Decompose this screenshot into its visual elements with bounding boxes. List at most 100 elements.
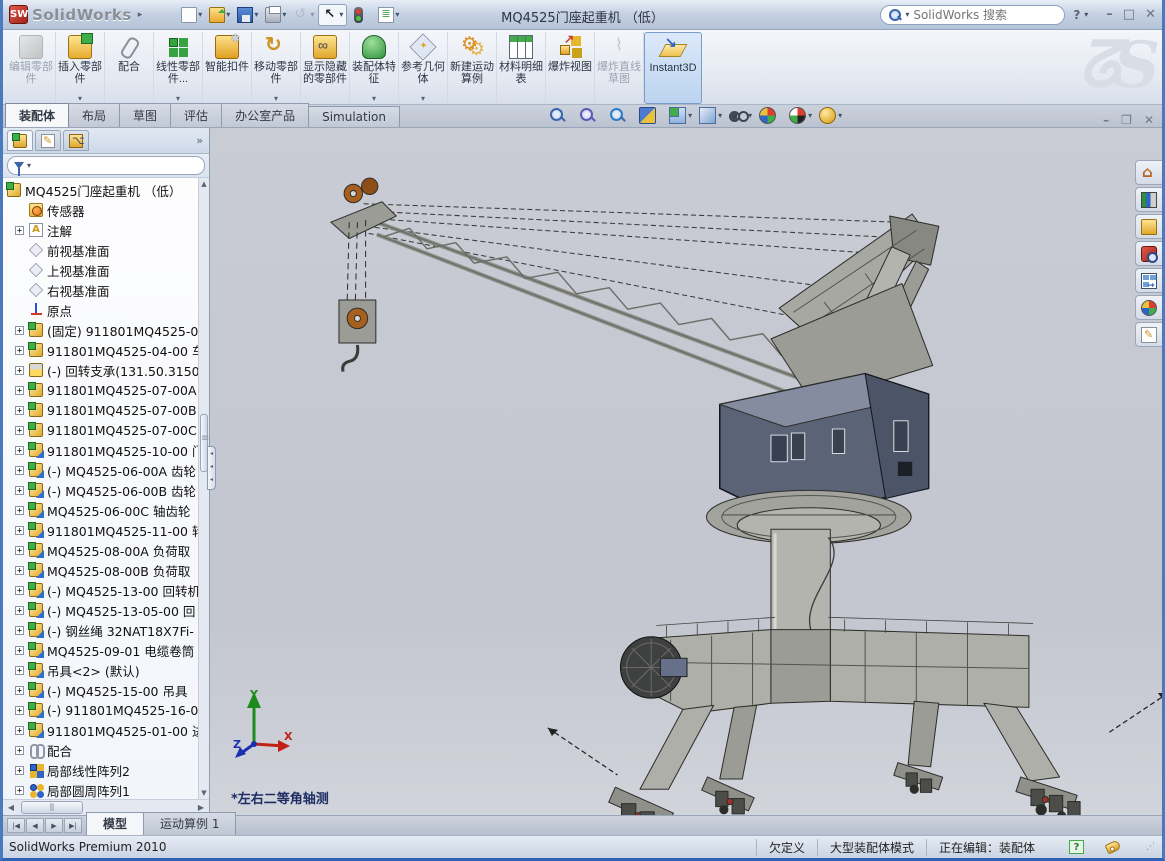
taskpane-view-palette-button[interactable] <box>1135 268 1162 293</box>
apply-scene-button[interactable]: ▾ <box>789 107 812 124</box>
scroll-left-icon[interactable]: ◀ <box>3 800 19 815</box>
expand-toggle[interactable]: + <box>15 586 24 595</box>
expand-toggle[interactable]: + <box>15 366 24 375</box>
save-button[interactable]: ▾ <box>234 5 261 25</box>
tree-item[interactable]: + MQ4525-08-00A 负荷取 <box>5 540 209 560</box>
display-style-button[interactable]: ▾ <box>699 107 722 124</box>
last-tab-button[interactable]: ▶| <box>64 818 82 833</box>
scroll-up-icon[interactable]: ▲ <box>199 178 209 190</box>
expand-toggle[interactable]: + <box>15 706 24 715</box>
ribbon-mate-button[interactable]: 配合 ▾ <box>105 32 154 104</box>
rebuild-button[interactable]: ▾ <box>348 5 374 25</box>
section-view-button[interactable]: ▾ <box>639 107 662 124</box>
expand-toggle[interactable]: + <box>15 466 24 475</box>
ribbon-reference-geometry-button[interactable]: 参考几何体 ▾ <box>399 32 448 104</box>
tree-item[interactable]: + (-) 911801MQ4525-16-0 <box>5 700 209 720</box>
expand-toggle[interactable]: + <box>15 726 24 735</box>
tree-item[interactable]: + MQ4525-08-00B 负荷取 <box>5 560 209 580</box>
doc-close-button[interactable]: ✕ <box>1144 113 1154 127</box>
tree-root-item[interactable]: MQ4525门座起重机 （低） <box>5 180 209 200</box>
tree-item[interactable]: + 局部圆周阵列1 <box>5 780 209 799</box>
expand-toggle[interactable]: + <box>15 746 24 755</box>
expand-toggle[interactable]: + <box>15 546 24 555</box>
tags-icon[interactable] <box>1105 840 1122 855</box>
ribbon-smart-fasteners-button[interactable]: 智能扣件 ▾ <box>203 32 252 104</box>
menu-expander-icon[interactable]: ▸ <box>138 10 143 20</box>
search-box[interactable]: ▾ <box>880 5 1065 25</box>
expand-toggle[interactable]: + <box>15 386 24 395</box>
expand-toggle[interactable]: + <box>15 486 24 495</box>
tree-item[interactable]: + (-) MQ4525-15-00 吊具 <box>5 680 209 700</box>
expand-toggle[interactable]: + <box>15 686 24 695</box>
tree-item[interactable]: + 911801MQ4525-07-00B <box>5 400 209 420</box>
help-button[interactable]: ? <box>1073 8 1080 22</box>
expand-toggle[interactable]: + <box>15 326 24 335</box>
expand-toggle[interactable]: + <box>15 626 24 635</box>
expand-toggle[interactable]: + <box>15 226 24 235</box>
expand-toggle[interactable]: + <box>15 606 24 615</box>
new-document-button[interactable]: ▾ <box>178 5 205 25</box>
tab-configuration-manager[interactable] <box>63 130 89 151</box>
ribbon-explode-sketch-button[interactable]: 爆炸直线草图 ▾ <box>595 32 644 104</box>
expand-toggle[interactable]: + <box>15 766 24 775</box>
ribbon-bom-button[interactable]: 材料明细表 ▾ <box>497 32 546 104</box>
taskpane-file-explorer-button[interactable] <box>1135 214 1162 239</box>
minimize-button[interactable]: – <box>1106 7 1113 22</box>
doc-tab-运动算例 1[interactable]: 运动算例 1 <box>143 812 236 835</box>
expand-toggle[interactable]: + <box>15 426 24 435</box>
tab-feature-manager-tree[interactable] <box>7 130 33 151</box>
tree-item[interactable]: + (-) MQ4525-06-00B 齿轮 <box>5 480 209 500</box>
edit-appearance-button[interactable]: ▾ <box>759 107 782 124</box>
doc-tab-模型[interactable]: 模型 <box>86 812 144 835</box>
ribbon-exploded-view-button[interactable]: 爆炸视图 ▾ <box>546 32 595 104</box>
tree-item[interactable]: + 右视基准面 <box>5 280 209 300</box>
prev-tab-button[interactable]: ◀ <box>26 818 44 833</box>
expand-toggle[interactable]: + <box>15 506 24 515</box>
tree-item[interactable]: + (-) MQ4525-13-05-00 回 <box>5 600 209 620</box>
close-button[interactable]: ✕ <box>1145 7 1156 22</box>
tab-评估[interactable]: 评估 <box>170 103 222 127</box>
ribbon-motion-study-button[interactable]: 新建运动算例 ▾ <box>448 32 497 104</box>
taskpane-design-library-button[interactable] <box>1135 187 1162 212</box>
expand-toggle[interactable]: + <box>15 666 24 675</box>
options-button[interactable]: ▾ <box>375 5 402 25</box>
panel-overflow-chevron-icon[interactable]: » <box>196 134 205 147</box>
scrollbar-thumb[interactable] <box>21 801 83 814</box>
expand-toggle[interactable]: + <box>15 446 24 455</box>
expand-toggle[interactable]: + <box>15 786 24 795</box>
tree-item[interactable]: + 911801MQ4525-04-00 车 <box>5 340 209 360</box>
ribbon-edit-component-button[interactable]: 编辑零部件 ▾ <box>7 32 56 104</box>
tree-filter-box[interactable]: ▾ <box>7 156 205 175</box>
ribbon-insert-component-button[interactable]: 插入零部件 ▾ <box>56 32 105 104</box>
taskpane-appearances-button[interactable] <box>1135 295 1162 320</box>
quick-tips-help-icon[interactable]: ? <box>1069 840 1084 854</box>
expand-toggle[interactable]: + <box>15 646 24 655</box>
tab-property-manager[interactable] <box>35 130 61 151</box>
tree-item[interactable]: + (固定) 911801MQ4525-0 <box>5 320 209 340</box>
expand-toggle[interactable]: + <box>15 346 24 355</box>
tab-simulation[interactable]: Simulation <box>308 106 400 127</box>
graphics-viewport[interactable]: Y X Z *左右二等角轴测 <box>210 128 1162 815</box>
scroll-down-icon[interactable]: ▼ <box>199 787 209 799</box>
expand-toggle[interactable]: + <box>15 406 24 415</box>
tree-item[interactable]: + 911801MQ4525-07-00C <box>5 420 209 440</box>
tree-item[interactable]: + (-) MQ4525-13-00 回转机 <box>5 580 209 600</box>
tree-item[interactable]: + (-) 钢丝绳 32NAT18X7Fi- <box>5 620 209 640</box>
ribbon-instant3d-button[interactable]: Instant3D ▾ <box>644 32 702 104</box>
tree-item[interactable]: + 前视基准面 <box>5 240 209 260</box>
tab-布局[interactable]: 布局 <box>68 103 120 127</box>
resize-grip-icon[interactable]: ⋰ <box>1146 842 1156 852</box>
doc-minimize-button[interactable]: – <box>1103 113 1109 127</box>
tree-item[interactable]: + 上视基准面 <box>5 260 209 280</box>
zoom-fit-button[interactable]: ▾ <box>549 107 572 124</box>
zoom-selected-button[interactable]: ▾ <box>609 107 632 124</box>
tree-item[interactable]: + 局部线性阵列2 <box>5 760 209 780</box>
next-tab-button[interactable]: ▶ <box>45 818 63 833</box>
tree-item[interactable]: + 注解 <box>5 220 209 240</box>
ribbon-move-component-button[interactable]: 移动零部件 ▾ <box>252 32 301 104</box>
first-tab-button[interactable]: |◀ <box>7 818 25 833</box>
zoom-area-button[interactable]: ▾ <box>579 107 602 124</box>
expand-toggle[interactable]: + <box>15 526 24 535</box>
ribbon-linear-pattern-button[interactable]: 线性零部件... ▾ <box>154 32 203 104</box>
view-settings-button[interactable]: ▾ <box>819 107 842 124</box>
